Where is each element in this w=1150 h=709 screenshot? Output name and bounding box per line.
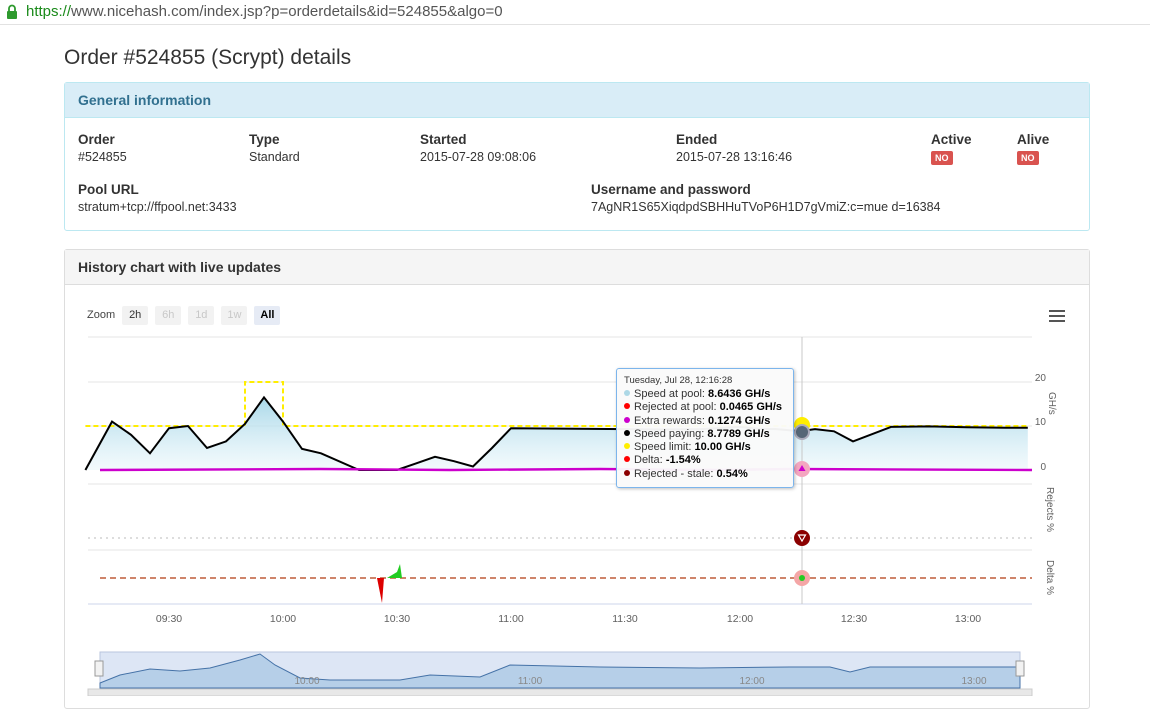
active-status-badge: NO bbox=[931, 151, 953, 165]
general-information-heading: General information bbox=[65, 83, 1089, 118]
series-dot-icon bbox=[624, 429, 630, 436]
tooltip-row-value: 0.54% bbox=[716, 467, 748, 480]
type-field: Type Standard bbox=[249, 132, 300, 164]
type-value: Standard bbox=[249, 150, 300, 164]
alive-label: Alive bbox=[1017, 132, 1050, 147]
general-information-panel: General information Order #524855 Type S… bbox=[64, 82, 1090, 231]
order-label: Order bbox=[78, 132, 115, 147]
alive-field: Alive NO bbox=[1017, 132, 1049, 165]
tooltip-row-value: 8.7789 GH/s bbox=[707, 427, 770, 440]
tooltip-row-label: Speed at pool: bbox=[634, 388, 705, 400]
started-value: 2015-07-28 09:08:06 bbox=[420, 150, 537, 164]
tooltip-row: Extra rewards: 0.1274 GH/s bbox=[624, 415, 786, 428]
zoom-controls: Zoom 2h 6h 1d 1w All bbox=[87, 306, 284, 325]
tooltip-row-label: Speed limit: bbox=[634, 441, 692, 454]
username-password-field: Username and password 7AgNR1S65XiqdpdSBH… bbox=[591, 182, 941, 214]
tooltip-row: Speed at pool: 8.6436 GH/s bbox=[624, 388, 786, 401]
zoom-label: Zoom bbox=[87, 309, 116, 321]
tooltip-row-value: 0.1274 GH/s bbox=[707, 414, 771, 427]
tooltip-row-value: -1.54% bbox=[665, 454, 701, 467]
zoom-6h-button[interactable]: 6h bbox=[155, 306, 182, 325]
started-label: Started bbox=[420, 132, 467, 147]
zoom-1d-button[interactable]: 1d bbox=[188, 306, 215, 325]
active-label: Active bbox=[931, 132, 972, 147]
tooltip-row-value: 10.00 GH/s bbox=[694, 441, 751, 454]
tooltip-row-label: Extra rewards: bbox=[634, 414, 705, 427]
ended-value: 2015-07-28 13:16:46 bbox=[676, 150, 793, 164]
lock-icon bbox=[7, 4, 17, 19]
tooltip-row-value: 0.0465 GH/s bbox=[719, 401, 782, 414]
type-label: Type bbox=[249, 132, 280, 147]
page-title: Order #524855 (Scrypt) details bbox=[64, 46, 352, 69]
username-password-label: Username and password bbox=[591, 182, 751, 197]
ended-label: Ended bbox=[676, 132, 718, 147]
alive-status-badge: NO bbox=[1017, 151, 1039, 165]
tooltip-header: Tuesday, Jul 28, 12:16:28 bbox=[624, 375, 733, 386]
history-chart-heading: History chart with live updates bbox=[65, 250, 1089, 285]
order-value: #524855 bbox=[78, 150, 127, 164]
chart-tooltip: Tuesday, Jul 28, 12:16:28 Speed at pool:… bbox=[616, 368, 794, 489]
tooltip-row: Rejected at pool: 0.0465 GH/s bbox=[624, 401, 786, 414]
started-field: Started 2015-07-28 09:08:06 bbox=[420, 132, 536, 164]
series-dot-icon bbox=[624, 403, 630, 410]
url-text[interactable]: https://www.nicehash.com/index.jsp?p=ord… bbox=[26, 0, 503, 24]
pool-url-value: stratum+tcp://ffpool.net:3433 bbox=[78, 200, 237, 214]
zoom-2h-button[interactable]: 2h bbox=[122, 306, 149, 325]
tooltip-row-label: Delta: bbox=[634, 454, 663, 467]
tooltip-row-label: Speed paying: bbox=[634, 427, 705, 440]
url-scheme: https:// bbox=[26, 3, 72, 20]
tooltip-row-value: 8.6436 GH/s bbox=[708, 388, 771, 400]
zoom-all-button[interactable]: All bbox=[254, 306, 281, 325]
tooltip-row-label: Rejected at pool: bbox=[634, 401, 717, 414]
tooltip-row: Delta: -1.54% bbox=[624, 454, 786, 467]
pool-url-label: Pool URL bbox=[78, 182, 139, 197]
zoom-1w-button[interactable]: 1w bbox=[221, 306, 248, 325]
series-dot-icon bbox=[624, 456, 630, 463]
series-dot-icon bbox=[624, 416, 630, 423]
history-chart-panel: History chart with live updates Zoom 2h … bbox=[64, 249, 1090, 709]
tooltip-row-label: Rejected - stale: bbox=[634, 467, 714, 480]
tooltip-row: Speed paying: 8.7789 GH/s bbox=[624, 428, 786, 441]
series-dot-icon bbox=[624, 469, 630, 476]
series-dot-icon bbox=[624, 390, 630, 396]
pool-url-field: Pool URL stratum+tcp://ffpool.net:3433 bbox=[78, 182, 237, 214]
tooltip-row: Speed limit: 10.00 GH/s bbox=[624, 441, 786, 454]
address-bar[interactable]: https://www.nicehash.com/index.jsp?p=ord… bbox=[0, 0, 1150, 25]
url-path: www.nicehash.com/index.jsp?p=orderdetail… bbox=[71, 3, 503, 20]
tooltip-row: Rejected - stale: 0.54% bbox=[624, 468, 786, 481]
username-password-value: 7AgNR1S65XiqdpdSBHHuTVoP6H1D7gVmiZ:c=mue… bbox=[591, 200, 941, 214]
active-field: Active NO bbox=[931, 132, 972, 165]
ended-field: Ended 2015-07-28 13:16:46 bbox=[676, 132, 792, 164]
order-field: Order #524855 bbox=[78, 132, 127, 164]
series-dot-icon bbox=[624, 443, 630, 450]
hamburger-menu-icon[interactable] bbox=[1049, 310, 1065, 323]
